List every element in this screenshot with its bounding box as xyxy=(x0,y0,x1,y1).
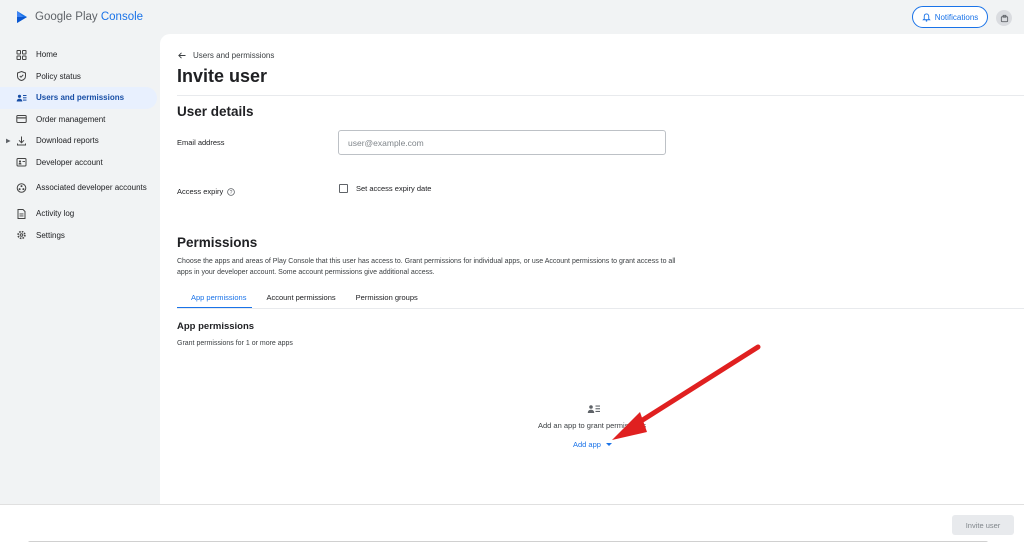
access-expiry-checkbox-label: Set access expiry date xyxy=(356,184,432,193)
svg-text:?: ? xyxy=(230,190,233,196)
sidebar-item-label: Download reports xyxy=(36,136,99,146)
access-expiry-label: Access expiry xyxy=(177,187,224,196)
home-grid-icon xyxy=(16,49,27,60)
breadcrumb-back-link[interactable]: Users and permissions xyxy=(178,51,274,60)
sidebar-item-home[interactable]: Home xyxy=(0,44,157,66)
breadcrumb-label: Users and permissions xyxy=(193,51,275,60)
account-avatar[interactable] xyxy=(996,10,1012,26)
help-icon[interactable]: ? xyxy=(227,187,236,196)
credit-card-icon xyxy=(16,115,27,124)
id-card-icon xyxy=(16,158,27,167)
shield-icon xyxy=(17,71,26,82)
sidebar-item-label: Settings xyxy=(36,230,65,240)
sidebar-item-associated-developer-accounts[interactable]: Associated developer accounts xyxy=(0,173,157,203)
arrow-back-icon xyxy=(178,52,186,59)
app-permissions-title: App permissions xyxy=(177,321,255,332)
sidebar-item-label: Users and permissions xyxy=(36,93,125,103)
permissions-description: Choose the apps and areas of Play Consol… xyxy=(177,258,676,276)
sidebar-item-label: Order management xyxy=(36,114,106,124)
download-icon xyxy=(17,136,26,146)
notifications-label: Notifications xyxy=(934,12,979,22)
play-logo-icon xyxy=(17,11,27,23)
tab-app-permissions[interactable]: App permissions xyxy=(177,291,253,309)
sidebar-item-label: Associated developer accounts xyxy=(36,183,147,192)
app-permissions-description: Grant permissions for 1 or more apps xyxy=(177,340,293,347)
sidebar-item-order-management[interactable]: Order management xyxy=(0,109,157,131)
users-list-icon xyxy=(16,94,27,102)
access-expiry-label-row: Access expiry ? xyxy=(177,187,236,196)
permissions-tabs: App permissions Account permissions Perm… xyxy=(177,291,424,309)
linked-accounts-icon xyxy=(16,183,27,193)
logo-text: Google Play Console xyxy=(35,11,144,23)
sidebar-item-label: Developer account xyxy=(36,157,103,167)
access-expiry-checkbox[interactable] xyxy=(339,184,348,193)
empty-state-text: Add an app to grant permissions xyxy=(538,421,646,430)
page-title: Invite user xyxy=(177,66,268,86)
main-panel: Users and permissions Invite user User d… xyxy=(160,34,1024,504)
sidebar-item-developer-account[interactable]: Developer account xyxy=(0,152,157,174)
sidebar-nav: Home Policy status Users and permissions… xyxy=(0,44,160,246)
permissions-heading: Permissions xyxy=(177,235,258,250)
users-list-icon xyxy=(587,405,600,413)
add-app-label: Add app xyxy=(573,440,601,449)
gear-icon xyxy=(17,231,26,240)
sidebar-item-users-and-permissions[interactable]: Users and permissions xyxy=(0,87,157,109)
chevron-down-icon xyxy=(605,443,612,446)
sidebar-item-download-reports[interactable]: ▶ Download reports xyxy=(0,130,157,152)
sidebar-item-policy-status[interactable]: Policy status xyxy=(0,66,157,88)
sidebar-item-activity-log[interactable]: Activity log xyxy=(0,203,157,225)
sidebar-item-label: Policy status xyxy=(36,71,81,81)
tab-account-permissions[interactable]: Account permissions xyxy=(252,291,341,309)
sidebar-item-label: Activity log xyxy=(36,209,75,219)
email-label: Email address xyxy=(177,138,225,147)
sidebar-item-label: Home xyxy=(36,50,58,60)
tab-permission-groups[interactable]: Permission groups xyxy=(342,291,424,309)
tabs-divider xyxy=(177,308,1024,309)
invite-user-button[interactable]: Invite user xyxy=(952,515,1014,535)
expand-caret-icon[interactable]: ▶ xyxy=(6,137,11,144)
access-expiry-checkbox-row[interactable]: Set access expiry date xyxy=(339,184,431,193)
email-field[interactable] xyxy=(338,130,666,155)
add-app-button[interactable]: Add app xyxy=(573,440,612,449)
top-bar: Google Play Console Notifications xyxy=(0,0,1024,34)
bell-icon xyxy=(921,12,931,22)
notifications-button[interactable]: Notifications xyxy=(912,6,988,28)
user-details-heading: User details xyxy=(177,104,254,119)
footer-bar: Invite user xyxy=(0,504,1024,542)
title-divider xyxy=(177,95,1024,96)
account-icon xyxy=(1000,14,1008,22)
google-play-console-logo[interactable]: Google Play Console xyxy=(15,10,143,24)
document-icon xyxy=(17,208,26,219)
sidebar-item-settings[interactable]: Settings xyxy=(0,225,157,247)
